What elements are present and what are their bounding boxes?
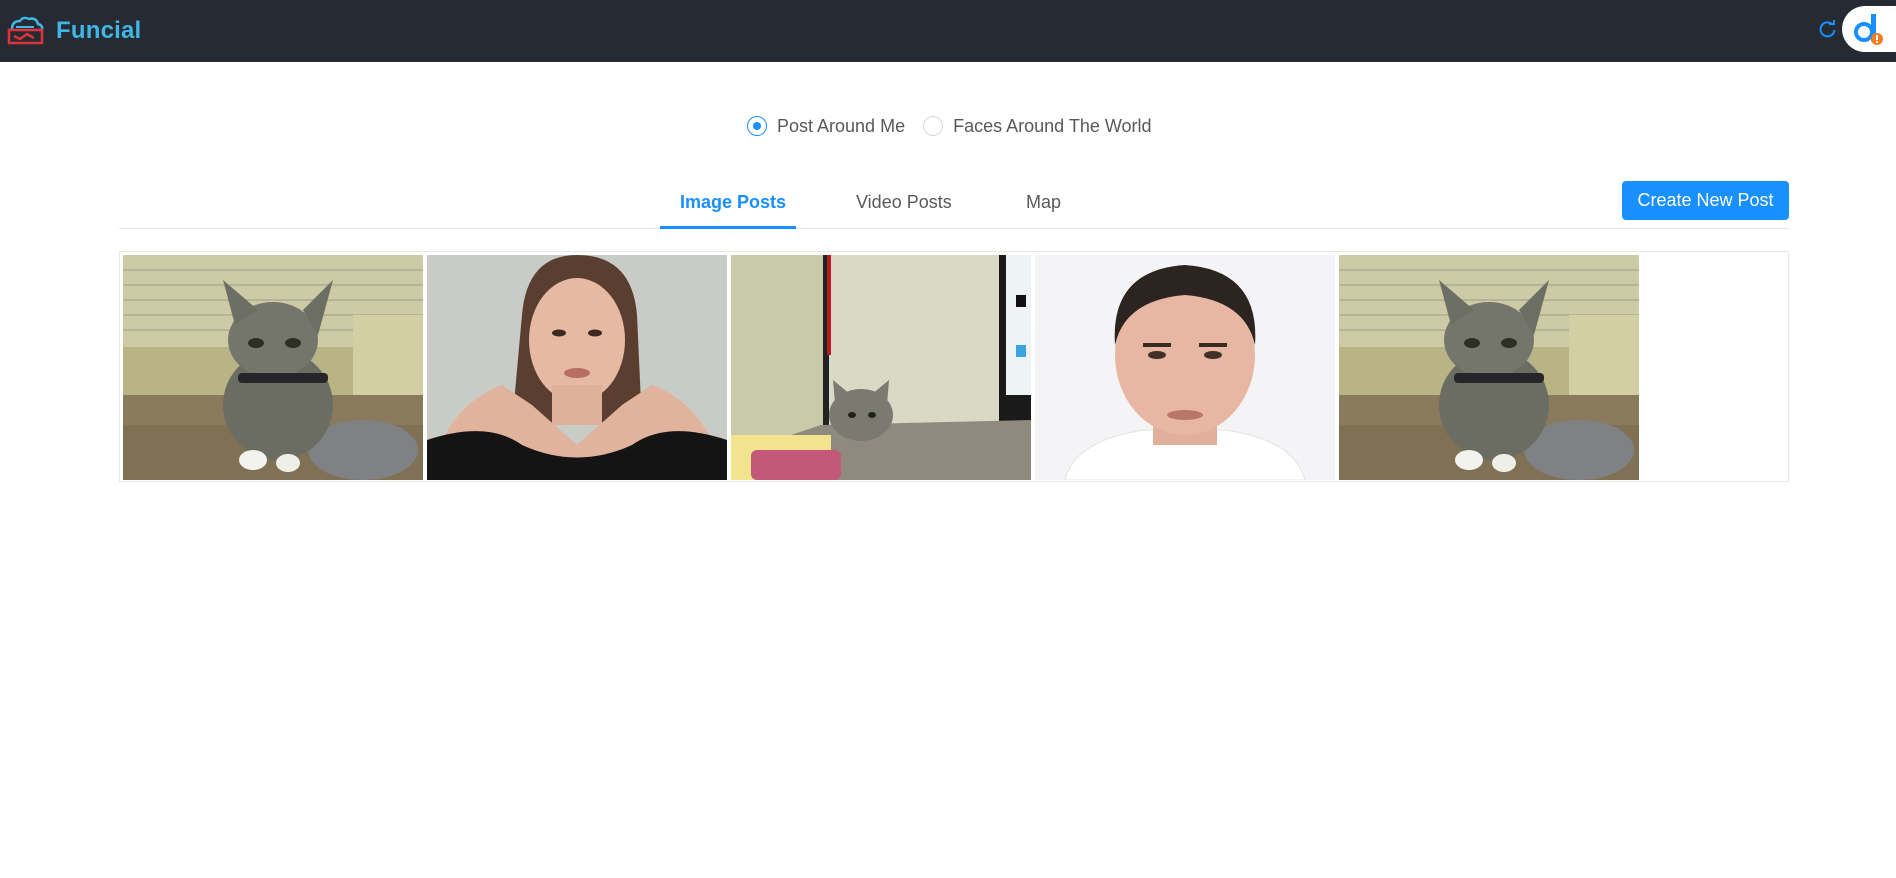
kitten-photo [1339, 255, 1639, 480]
user-avatar-icon [1854, 14, 1883, 45]
post-image-man[interactable] [1035, 255, 1335, 480]
radio-post-around-me[interactable]: Post Around Me [747, 116, 905, 137]
kitten-by-monitor-photo [731, 255, 1031, 480]
post-image-kitten[interactable] [123, 255, 423, 480]
tab-image-posts[interactable]: Image Posts [680, 192, 786, 213]
create-new-post-button[interactable]: Create New Post [1622, 181, 1789, 220]
radio-label: Faces Around The World [953, 115, 1152, 136]
user-avatar[interactable] [1842, 6, 1896, 52]
refresh-icon[interactable] [1819, 20, 1837, 38]
post-image-kitten[interactable] [1339, 255, 1639, 480]
post-image-woman[interactable] [427, 255, 727, 480]
tabs-divider [119, 228, 1789, 229]
app-title[interactable]: Funcial [56, 17, 141, 45]
app-header: Funcial [0, 0, 1896, 62]
feed-scope-radio-group: Post Around Me Faces Around The World [747, 114, 1170, 138]
radio-faces-around-the-world[interactable]: Faces Around The World [923, 115, 1152, 137]
woman-portrait-photo [427, 255, 727, 480]
radio-button-checked[interactable] [747, 116, 767, 136]
post-image-kitten-monitor[interactable] [731, 255, 1031, 480]
tab-map[interactable]: Map [1026, 192, 1061, 213]
kitten-photo [123, 255, 423, 480]
radio-button[interactable] [923, 116, 944, 136]
image-posts-gallery [119, 251, 1789, 482]
tab-video-posts[interactable]: Video Posts [856, 192, 952, 213]
active-tab-indicator [660, 226, 796, 229]
man-portrait-photo [1035, 255, 1335, 480]
funcial-logo-icon[interactable] [6, 15, 45, 46]
radio-label: Post Around Me [777, 115, 906, 136]
